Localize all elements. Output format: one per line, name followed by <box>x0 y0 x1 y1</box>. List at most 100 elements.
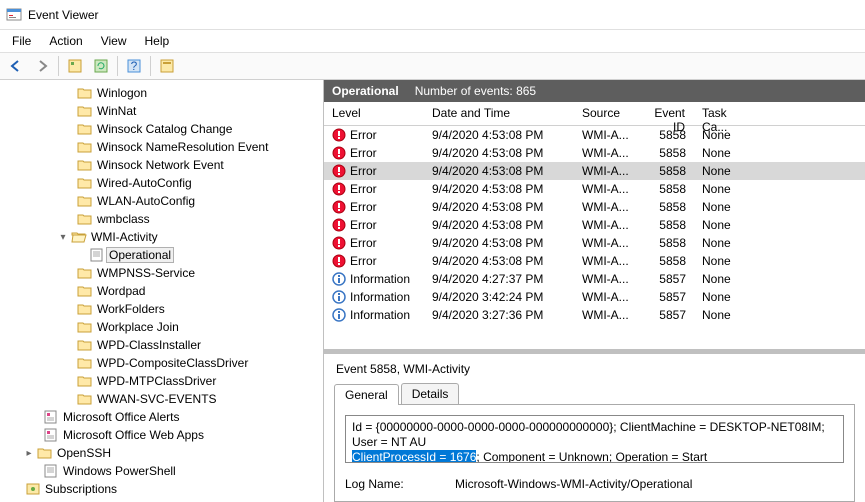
tree-item[interactable]: wmbclass <box>0 210 323 228</box>
menu-help[interactable]: Help <box>137 32 178 50</box>
tree-item[interactable]: WPD-CompositeClassDriver <box>0 354 323 372</box>
tab-details[interactable]: Details <box>401 383 460 404</box>
detail-pane: Event 5858, WMI-Activity General Details… <box>324 353 865 502</box>
tree-item[interactable]: Winsock Network Event <box>0 156 323 174</box>
tree-item[interactable]: WLAN-AutoConfig <box>0 192 323 210</box>
event-row[interactable]: Error 9/4/2020 4:53:08 PM WMI-A... 5858 … <box>324 144 865 162</box>
detail-title: Event 5858, WMI-Activity <box>334 360 855 382</box>
menu-file[interactable]: File <box>4 32 39 50</box>
folder-icon <box>76 122 94 136</box>
info-icon <box>332 308 346 322</box>
event-row[interactable]: Error 9/4/2020 4:53:08 PM WMI-A... 5858 … <box>324 162 865 180</box>
folder-icon <box>76 392 94 406</box>
error-icon <box>332 182 346 196</box>
folder-icon <box>76 356 94 370</box>
detail-body: Id = {00000000-0000-0000-0000-0000000000… <box>334 404 855 502</box>
folder-icon <box>24 482 42 496</box>
error-icon <box>332 254 346 268</box>
folder-icon <box>76 374 94 388</box>
menu-action[interactable]: Action <box>41 32 90 50</box>
col-date[interactable]: Date and Time <box>424 102 574 125</box>
window-title: Event Viewer <box>28 8 98 22</box>
event-row[interactable]: Information 9/4/2020 3:42:24 PM WMI-A...… <box>324 288 865 306</box>
menubar: File Action View Help <box>0 30 865 52</box>
error-icon <box>332 128 346 142</box>
folder-icon <box>76 338 94 352</box>
folder-icon <box>76 140 94 154</box>
error-icon <box>332 200 346 214</box>
tree-item-powershell[interactable]: Windows PowerShell <box>0 462 323 480</box>
event-row[interactable]: Error 9/4/2020 4:53:08 PM WMI-A... 5858 … <box>324 126 865 144</box>
right-pane: Operational Number of events: 865 Level … <box>324 80 865 502</box>
error-icon <box>332 218 346 232</box>
tree-item[interactable]: WMPNSS-Service <box>0 264 323 282</box>
toolbar-separator <box>117 56 118 76</box>
caret-icon: ▾ <box>56 232 70 243</box>
folder-icon <box>42 410 60 424</box>
tree-item[interactable]: Winsock Catalog Change <box>0 120 323 138</box>
tab-general[interactable]: General <box>334 384 399 405</box>
col-event-id[interactable]: Event ID <box>634 102 694 125</box>
menu-view[interactable]: View <box>93 32 135 50</box>
tree-item[interactable]: WinNat <box>0 102 323 120</box>
tree-item[interactable]: Wired-AutoConfig <box>0 174 323 192</box>
tree-item[interactable]: Workplace Join <box>0 318 323 336</box>
event-row[interactable]: Information 9/4/2020 3:27:36 PM WMI-A...… <box>324 306 865 324</box>
event-row[interactable]: Error 9/4/2020 4:53:08 PM WMI-A... 5858 … <box>324 234 865 252</box>
tree-item[interactable]: WWAN-SVC-EVENTS <box>0 390 323 408</box>
highlighted-text: ClientProcessId = 1676 <box>352 450 476 463</box>
detail-tabs: General Details <box>334 382 855 404</box>
folder-icon <box>76 302 94 316</box>
folder-icon <box>76 284 94 298</box>
tree-item[interactable]: WPD-MTPClassDriver <box>0 372 323 390</box>
event-row[interactable]: Error 9/4/2020 4:53:08 PM WMI-A... 5858 … <box>324 252 865 270</box>
event-row[interactable]: Information 9/4/2020 4:27:37 PM WMI-A...… <box>324 270 865 288</box>
forward-button[interactable] <box>30 54 54 78</box>
caret-icon: ▸ <box>22 448 36 459</box>
folder-icon <box>88 248 106 262</box>
properties-button[interactable] <box>155 54 179 78</box>
tree-pane[interactable]: WinlogonWinNatWinsock Catalog ChangeWins… <box>0 80 324 502</box>
tree-item[interactable]: Winlogon <box>0 84 323 102</box>
help-button[interactable]: ? <box>122 54 146 78</box>
folder-icon <box>36 446 54 460</box>
tree-item[interactable]: WPD-ClassInstaller <box>0 336 323 354</box>
svg-text:?: ? <box>131 59 138 73</box>
tree-item[interactable]: Winsock NameResolution Event <box>0 138 323 156</box>
tree-item[interactable]: Wordpad <box>0 282 323 300</box>
col-source[interactable]: Source <box>574 102 634 125</box>
folder-icon <box>76 158 94 172</box>
refresh-button[interactable] <box>89 54 113 78</box>
tree-item-wmi[interactable]: ▾WMI-Activity <box>0 228 323 246</box>
folder-icon <box>76 212 94 226</box>
event-count: Number of events: 865 <box>415 84 536 98</box>
tree-item[interactable]: Microsoft Office Alerts <box>0 408 323 426</box>
event-row[interactable]: Error 9/4/2020 4:53:08 PM WMI-A... 5858 … <box>324 180 865 198</box>
log-name: Operational <box>332 84 399 98</box>
col-level[interactable]: Level <box>324 102 424 125</box>
tree-item[interactable]: WorkFolders <box>0 300 323 318</box>
col-task[interactable]: Task Ca... <box>694 102 764 125</box>
titlebar: Event Viewer <box>0 0 865 30</box>
content-area: WinlogonWinNatWinsock Catalog ChangeWins… <box>0 80 865 502</box>
event-row[interactable]: Error 9/4/2020 4:53:08 PM WMI-A... 5858 … <box>324 216 865 234</box>
tree-item-openssh[interactable]: ▸OpenSSH <box>0 444 323 462</box>
error-icon <box>332 164 346 178</box>
folder-icon <box>76 86 94 100</box>
back-button[interactable] <box>4 54 28 78</box>
tree-item-operational[interactable]: Operational <box>0 246 323 264</box>
folder-icon <box>70 230 88 244</box>
event-description[interactable]: Id = {00000000-0000-0000-0000-0000000000… <box>345 415 844 463</box>
tree-item-subscriptions[interactable]: Subscriptions <box>0 480 323 498</box>
folder-icon <box>76 176 94 190</box>
error-icon <box>332 146 346 160</box>
events-header: Operational Number of events: 865 <box>324 80 865 102</box>
folder-icon <box>42 428 60 442</box>
grid-header[interactable]: Level Date and Time Source Event ID Task… <box>324 102 865 126</box>
folder-icon <box>76 266 94 280</box>
tree-item[interactable]: Microsoft Office Web Apps <box>0 426 323 444</box>
event-row[interactable]: Error 9/4/2020 4:53:08 PM WMI-A... 5858 … <box>324 198 865 216</box>
events-grid[interactable]: Level Date and Time Source Event ID Task… <box>324 102 865 349</box>
folder-icon <box>76 104 94 118</box>
show-tree-button[interactable] <box>63 54 87 78</box>
